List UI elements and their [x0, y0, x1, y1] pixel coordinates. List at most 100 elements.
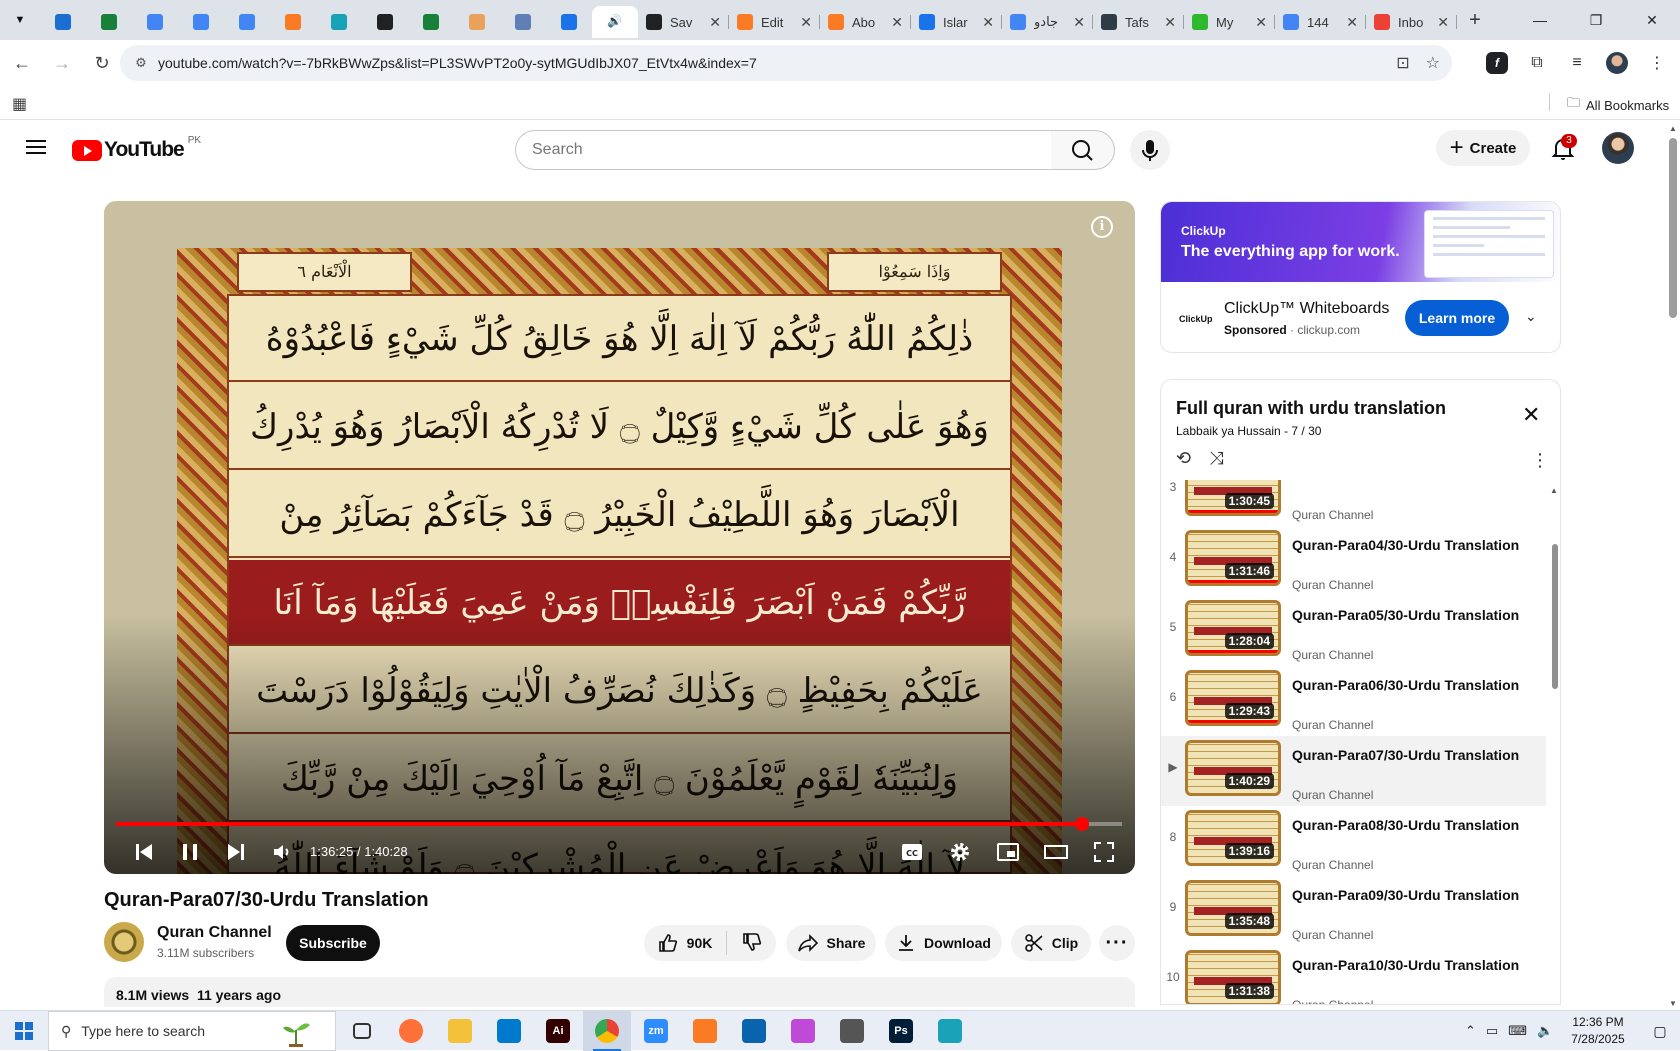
browser-tab[interactable]	[40, 6, 86, 38]
like-button[interactable]: 90K	[657, 932, 712, 954]
puzzle-extensions-icon[interactable]: ⧉	[1520, 45, 1554, 81]
taskbar-app[interactable]	[485, 1011, 533, 1051]
browser-tab[interactable]: 🔊	[592, 6, 638, 38]
playlist-channel-name[interactable]: Quran Channel	[1292, 788, 1373, 802]
description-box[interactable]: 8.1M views 11 years ago	[104, 977, 1135, 1007]
video-thumbnail[interactable]: 1:39:16	[1185, 810, 1281, 866]
extension-fx-icon[interactable]: f	[1486, 52, 1508, 74]
browser-tab[interactable]	[86, 6, 132, 38]
playlist-video-title[interactable]: Quran-Para07/30-Urdu Translation	[1292, 745, 1532, 765]
page-scroll-thumb[interactable]	[1669, 138, 1677, 318]
video-player[interactable]: وَاِذَا سَمِعُوْا الْاَنْعَام ٦ ذٰلِكُمُ…	[104, 201, 1135, 874]
taskbar-app[interactable]: Ai	[534, 1011, 582, 1051]
fullscreen-button[interactable]	[1084, 833, 1124, 871]
subscribe-button[interactable]: Subscribe	[286, 925, 380, 961]
browser-tab[interactable]: Edit ✕	[729, 6, 820, 38]
browser-tab[interactable]	[132, 6, 178, 38]
video-thumbnail[interactable]: 1:30:45	[1185, 480, 1281, 516]
notification-center-button[interactable]: ▢	[1640, 1011, 1680, 1051]
browser-tab[interactable]	[270, 6, 316, 38]
scroll-down-icon[interactable]: ▼	[1669, 999, 1677, 1008]
playlist-channel-name[interactable]: Quran Channel	[1292, 998, 1373, 1004]
playlist-item[interactable]: 10 1:31:38 Quran-Para10/30-Urdu Translatio…	[1161, 946, 1546, 1004]
learn-more-button[interactable]: Learn more	[1405, 300, 1509, 336]
close-tab-icon[interactable]: ✕	[982, 14, 994, 31]
browser-tab[interactable]	[546, 6, 592, 38]
scroll-up-icon[interactable]: ▲	[1669, 124, 1677, 133]
browser-tab[interactable]: Islar ✕	[911, 6, 1002, 38]
playlist-item[interactable]: 6 1:29:43 Quran-Para06/30-Urdu Translation…	[1161, 666, 1546, 736]
sponsored-ad[interactable]: ClickUp The everything app for work. Cli…	[1160, 201, 1561, 353]
account-avatar[interactable]	[1602, 132, 1634, 164]
playlist-channel-name[interactable]: Quran Channel	[1292, 648, 1373, 662]
taskbar-clock[interactable]: 12:36 PM 7/28/2025	[1558, 1014, 1638, 1048]
network-icon[interactable]: ⌨	[1508, 1023, 1527, 1039]
playlist-channel-name[interactable]: Quran Channel	[1292, 718, 1373, 732]
tab-search-button[interactable]: ▼	[0, 0, 40, 40]
shuffle-icon[interactable]: ⤨	[1209, 448, 1223, 469]
install-app-icon[interactable]: ⊡	[1396, 53, 1409, 73]
scrubber-handle[interactable]	[1074, 817, 1089, 831]
playlist-video-title[interactable]: Quran-Para04/30-Urdu Translation	[1292, 535, 1532, 555]
next-button[interactable]	[216, 833, 256, 871]
channel-avatar[interactable]	[104, 922, 144, 962]
download-button[interactable]: Download	[885, 925, 1002, 961]
minimize-button[interactable]: —	[1512, 0, 1568, 40]
playlist-item[interactable]: ▶ 1:40:29 Quran-Para07/30-Urdu Translation…	[1161, 736, 1546, 806]
browser-tab[interactable]	[316, 6, 362, 38]
star-bookmark-icon[interactable]: ☆	[1426, 53, 1440, 73]
theater-mode-button[interactable]	[1036, 833, 1076, 871]
youtube-logo[interactable]: YouTube PK	[72, 135, 201, 162]
clip-button[interactable]: Clip	[1011, 925, 1091, 961]
playlist-video-title[interactable]: Quran-Para06/30-Urdu Translation	[1292, 675, 1532, 695]
start-button[interactable]	[0, 1011, 48, 1051]
playlist-item[interactable]: 3 1:30:45 Translation Quran Channel	[1161, 480, 1546, 526]
playlist-video-title[interactable]: Translation	[1292, 480, 1532, 485]
back-button[interactable]: ←	[4, 45, 40, 81]
miniplayer-button[interactable]	[988, 833, 1028, 871]
playlist-item[interactable]: 5 1:28:04 Quran-Para05/30-Urdu Translation…	[1161, 596, 1546, 666]
video-thumbnail[interactable]: 1:31:38	[1185, 950, 1281, 1004]
video-thumbnail[interactable]: 1:28:04	[1185, 600, 1281, 656]
playlist-item[interactable]: 8 1:39:16 Quran-Para08/30-Urdu Translation…	[1161, 806, 1546, 876]
browser-tab[interactable]	[178, 6, 224, 38]
taskbar-app[interactable]	[681, 1011, 729, 1051]
chevron-up-icon[interactable]: ⌃	[1465, 1023, 1476, 1039]
browser-tab[interactable]: Abo ✕	[820, 6, 911, 38]
more-actions-button[interactable]: ···	[1099, 925, 1135, 961]
info-card-button[interactable]: i	[1091, 216, 1113, 238]
close-window-button[interactable]: ✕	[1624, 0, 1680, 40]
guide-menu-button[interactable]	[24, 136, 48, 160]
browser-tab[interactable]: Inbo ✕	[1366, 6, 1457, 38]
playlist-item[interactable]: 4 1:31:46 Quran-Para04/30-Urdu Translation…	[1161, 526, 1546, 596]
close-tab-icon[interactable]: ✕	[1073, 14, 1085, 31]
mute-button[interactable]	[264, 833, 300, 871]
taskbar-app[interactable]	[387, 1011, 435, 1051]
playlist-title[interactable]: Full quran with urdu translation	[1176, 398, 1446, 419]
browser-tab[interactable]	[408, 6, 454, 38]
loop-icon[interactable]: ⟲	[1176, 448, 1191, 469]
browser-tab[interactable]: Sav ✕	[638, 6, 729, 38]
close-tab-icon[interactable]: ✕	[1437, 14, 1449, 31]
close-tab-icon[interactable]: ✕	[709, 14, 721, 31]
playlist-more-icon[interactable]: ⋮	[1531, 450, 1549, 471]
video-thumbnail[interactable]: 1:40:29	[1185, 740, 1281, 796]
dislike-button[interactable]	[741, 931, 763, 956]
taskbar-app[interactable]	[828, 1011, 876, 1051]
taskbar-app[interactable]	[926, 1011, 974, 1051]
taskbar-app[interactable]: Ps	[877, 1011, 925, 1051]
captions-button[interactable]: CC	[892, 833, 932, 871]
close-tab-icon[interactable]: ✕	[800, 14, 812, 31]
close-playlist-button[interactable]: ✕	[1522, 402, 1540, 428]
playlist-video-title[interactable]: Quran-Para09/30-Urdu Translation	[1292, 885, 1532, 905]
scroll-up-icon[interactable]: ▲	[1550, 486, 1558, 495]
previous-button[interactable]	[124, 833, 164, 871]
close-tab-icon[interactable]: ✕	[1255, 14, 1267, 31]
profile-icon[interactable]	[1600, 45, 1634, 81]
site-info-icon[interactable]: ⚙	[126, 55, 156, 71]
playlist-channel-name[interactable]: Quran Channel	[1292, 578, 1373, 592]
playlist-scroll-thumb[interactable]	[1552, 544, 1558, 689]
browser-tab[interactable]: Tafs ✕	[1093, 6, 1184, 38]
playlist-channel-name[interactable]: Quran Channel	[1292, 928, 1373, 942]
close-tab-icon[interactable]: ✕	[1346, 14, 1358, 31]
